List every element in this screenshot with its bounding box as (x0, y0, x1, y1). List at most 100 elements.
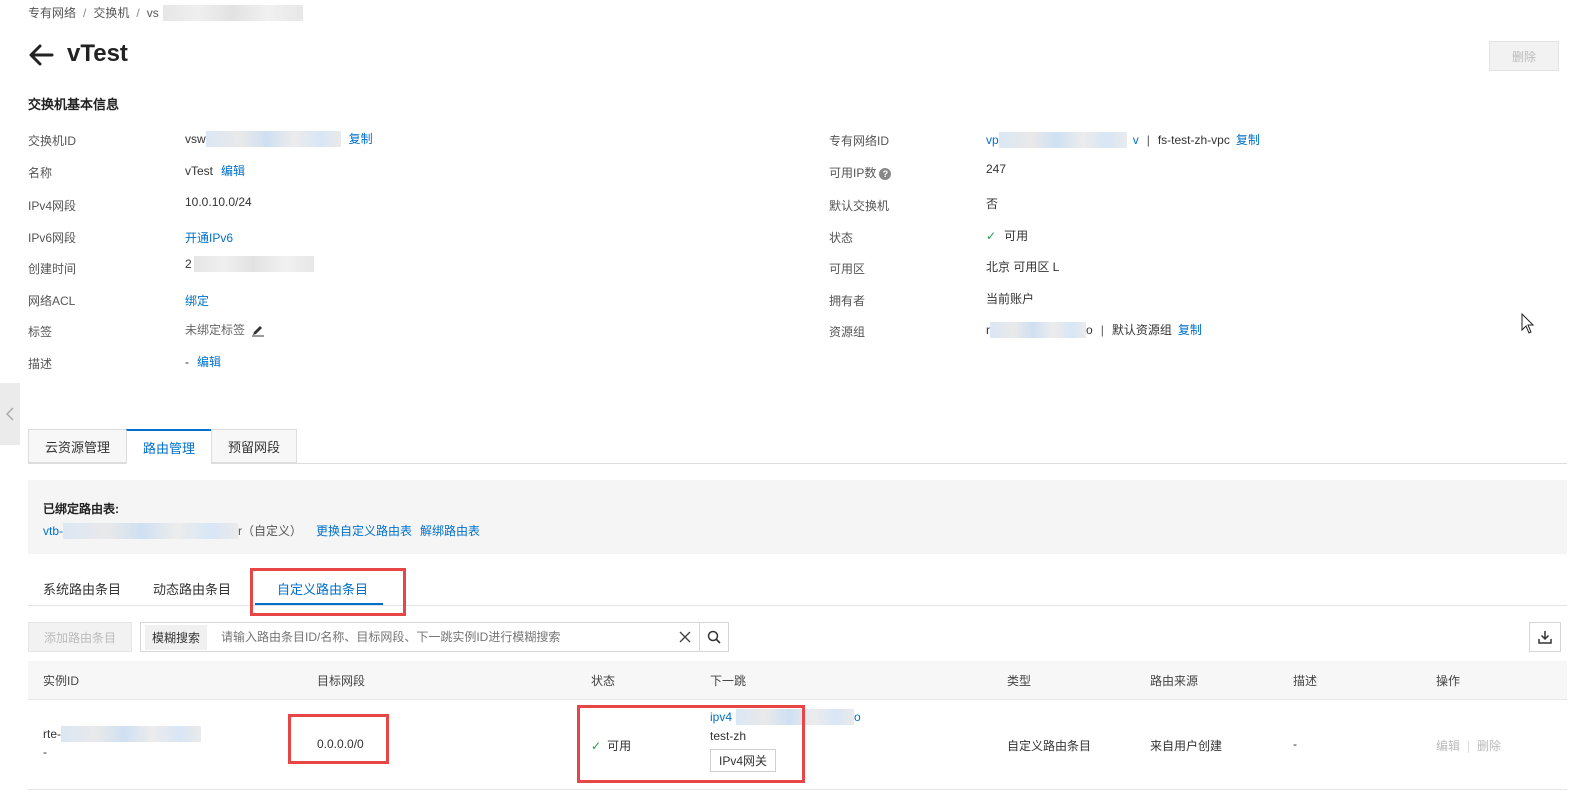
search-button[interactable] (699, 622, 729, 652)
delete-route-link[interactable]: 删除 (1477, 739, 1501, 753)
name-value: vTest 编辑 (185, 162, 245, 179)
route-source: 来自用户创建 (1150, 739, 1223, 753)
col-instance-id: 实例ID (43, 674, 80, 688)
description-label: 描述 (28, 357, 53, 371)
available-ip-label: 可用IP数? (829, 164, 892, 181)
edit-route-link[interactable]: 编辑 (1436, 739, 1460, 753)
acl-label: 网络ACL (28, 294, 76, 308)
route-table-kind: r（自定义） (238, 524, 303, 538)
add-route-entry-button[interactable]: 添加路由条目 (28, 622, 132, 652)
clear-icon[interactable] (671, 631, 699, 643)
chevron-left-icon (6, 407, 14, 421)
download-button[interactable] (1529, 622, 1561, 652)
separator (1468, 740, 1470, 753)
page-title: vTest (67, 40, 128, 67)
table-row: rte- - 0.0.0.0/0 ✓ 可用 ipv4 o test-zh IPv4… (28, 699, 1567, 790)
copy-vswitch-id-link[interactable]: 复制 (349, 130, 373, 147)
vpc-id-label: 专有网络ID (829, 134, 890, 148)
zone-value: 北京 可用区 L (986, 260, 1060, 274)
description-value: - 编辑 (185, 353, 221, 370)
tab-reserved-cidr[interactable]: 预留网段 (211, 429, 298, 463)
bound-route-table-panel: 已绑定路由表: vtb- r（自定义） 更换自定义路由表 解绑路由表 (28, 480, 1567, 554)
redacted-text (736, 709, 855, 725)
route-table-link[interactable]: vtb- (43, 524, 63, 538)
breadcrumb-vpc[interactable]: 专有网络 (28, 4, 76, 21)
delete-button[interactable]: 删除 (1489, 41, 1559, 71)
resource-group-value: r o | 默认资源组 复制 (986, 321, 1202, 338)
bound-route-title: 已绑定路由表: (43, 502, 119, 516)
search-input[interactable] (219, 629, 671, 645)
vswitch-id-value: vsw 复制 (185, 130, 373, 147)
edit-description-link[interactable]: 编辑 (197, 353, 221, 370)
table-header: 实例ID 目标网段 状态 下一跳 类型 路由来源 描述 操作 (28, 661, 1567, 700)
route-description: - (1293, 737, 1297, 751)
col-actions: 操作 (1436, 674, 1461, 688)
vpc-name: fs-test-zh-vpc (1157, 132, 1230, 147)
available-ip-label-text: 可用IP数 (829, 166, 877, 180)
ipv4-gateway-tag: IPv4网关 (710, 749, 777, 772)
enable-ipv6-text[interactable]: 开通IPv6 (185, 229, 233, 246)
active-tab-underline (255, 603, 383, 605)
change-route-table-link[interactable]: 更换自定义路由表 (316, 522, 412, 539)
tab-custom-routes[interactable]: 自定义路由条目 (246, 570, 383, 606)
copy-vpc-link[interactable]: 复制 (1236, 131, 1260, 148)
next-hop-id: ipv4 o (710, 709, 861, 725)
vpc-id-link[interactable]: vp (986, 133, 999, 147)
mouse-cursor-icon (1521, 313, 1535, 334)
help-icon[interactable]: ? (879, 168, 892, 180)
check-icon: ✓ (986, 228, 997, 243)
default-vswitch-label: 默认交换机 (829, 199, 890, 213)
edit-name-link[interactable]: 编辑 (221, 162, 245, 179)
col-type: 类型 (1007, 674, 1032, 688)
tab-system-routes[interactable]: 系统路由条目 (28, 570, 136, 606)
breadcrumb: 专有网络 / 交换机 / vs (28, 4, 303, 21)
separator: | (1100, 322, 1104, 337)
resource-group-suffix: o (1086, 322, 1093, 337)
status-text: 可用 (1004, 229, 1029, 243)
next-hop-type-tag: IPv4网关 (710, 749, 777, 772)
sidebar-toggle[interactable] (0, 383, 20, 445)
bind-acl-link[interactable]: 绑定 (185, 292, 209, 309)
status-value: ✓ 可用 (986, 227, 1028, 244)
col-destination: 目标网段 (317, 674, 366, 688)
tab-cloud-resources[interactable]: 云资源管理 (28, 429, 127, 463)
route-type: 自定义路由条目 (1007, 739, 1092, 753)
unbind-route-table-link[interactable]: 解绑路由表 (420, 522, 480, 539)
copy-resource-group-link[interactable]: 复制 (1178, 321, 1202, 338)
row-actions: 编辑 删除 (1436, 737, 1501, 754)
search-box: 模糊搜索 (140, 622, 700, 652)
vpc-id-suffix[interactable]: v (1133, 133, 1139, 147)
next-hop-name: test-zh (710, 729, 747, 743)
acl-value[interactable]: 绑定 (185, 292, 209, 309)
route-status-text: 可用 (607, 739, 632, 753)
enable-ipv6-link[interactable]: 开通IPv6 (185, 229, 233, 246)
created-time-text: 2 (185, 257, 192, 271)
breadcrumb-separator: / (136, 5, 140, 20)
search-type-select[interactable]: 模糊搜索 (145, 624, 208, 650)
next-hop-link[interactable]: ipv4 (710, 710, 732, 724)
ipv4-label: IPv4网段 (28, 199, 77, 213)
route-entry-id: rte- (43, 726, 201, 742)
tab-route-management[interactable]: 路由管理 (126, 429, 212, 464)
download-icon (1538, 631, 1552, 644)
redacted-text (205, 130, 341, 147)
vswitch-id-text: vsw (185, 131, 206, 146)
col-description: 描述 (1293, 674, 1318, 688)
breadcrumb-current: vs (146, 5, 159, 20)
back-arrow-icon[interactable] (28, 42, 54, 68)
tab-dynamic-routes[interactable]: 动态路由条目 (136, 570, 246, 606)
next-hop-link-suffix[interactable]: o (854, 710, 861, 724)
edit-tag-icon[interactable] (251, 323, 265, 337)
created-time-label: 创建时间 (28, 262, 77, 276)
status-label: 状态 (829, 231, 854, 245)
vpc-id-value: vp v | fs-test-zh-vpc 复制 (986, 131, 1260, 148)
col-source: 路由来源 (1150, 674, 1199, 688)
redacted-text (193, 256, 314, 272)
breadcrumb-vswitch[interactable]: 交换机 (93, 4, 129, 21)
redacted-text (990, 321, 1086, 338)
col-status: 状态 (591, 674, 616, 688)
col-next-hop: 下一跳 (710, 674, 747, 688)
owner-value: 当前账户 (986, 292, 1035, 306)
name-text: vTest (185, 163, 214, 178)
resource-group-label: 资源组 (829, 325, 866, 339)
